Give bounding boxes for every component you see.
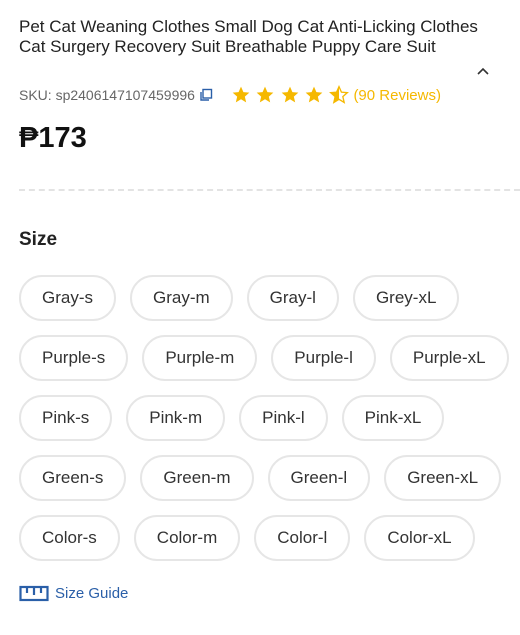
size-guide-link[interactable]: Size Guide bbox=[19, 583, 128, 603]
divider bbox=[19, 189, 520, 191]
size-option-green-s[interactable]: Green-s bbox=[19, 455, 127, 501]
size-option-row: Green-s Green-m Green-l Green-xL bbox=[19, 455, 520, 501]
size-option-pink-l[interactable]: Pink-l bbox=[239, 395, 328, 441]
size-option-green-m[interactable]: Green-m bbox=[140, 455, 254, 501]
rating-stars: (90 Reviews) bbox=[231, 85, 441, 105]
size-option-row: Gray-s Gray-m Gray-l Grey-xL bbox=[19, 275, 520, 321]
size-option-row: Purple-s Purple-m Purple-l Purple-xL bbox=[19, 335, 520, 381]
chevron-up-icon[interactable] bbox=[475, 63, 491, 79]
ruler-icon bbox=[19, 583, 49, 603]
size-option-green-xl[interactable]: Green-xL bbox=[384, 455, 502, 501]
size-option-color-s[interactable]: Color-s bbox=[19, 515, 120, 561]
product-title: Pet Cat Weaning Clothes Small Dog Cat An… bbox=[19, 17, 478, 56]
size-option-gray-m[interactable]: Gray-m bbox=[130, 275, 233, 321]
size-option-pink-xl[interactable]: Pink-xL bbox=[341, 395, 445, 441]
size-option-purple-l[interactable]: Purple-l bbox=[271, 335, 376, 381]
size-option-green-l[interactable]: Green-l bbox=[267, 455, 371, 501]
star-icon bbox=[231, 85, 251, 105]
star-icon bbox=[255, 85, 275, 105]
size-option-color-xl[interactable]: Color-xL bbox=[364, 515, 475, 561]
size-option-row: Color-s Color-m Color-l Color-xL bbox=[19, 515, 520, 561]
size-options: Gray-s Gray-m Gray-l Grey-xL Purple-s Pu… bbox=[19, 275, 520, 575]
size-option-purple-xl[interactable]: Purple-xL bbox=[389, 335, 509, 381]
size-option-row: Pink-s Pink-m Pink-l Pink-xL bbox=[19, 395, 520, 441]
price: ₱173 bbox=[19, 122, 87, 154]
size-option-grey-xl[interactable]: Grey-xL bbox=[352, 275, 460, 321]
size-option-pink-m[interactable]: Pink-m bbox=[126, 395, 226, 441]
size-option-purple-s[interactable]: Purple-s bbox=[19, 335, 129, 381]
star-icon bbox=[304, 85, 324, 105]
size-option-gray-s[interactable]: Gray-s bbox=[19, 275, 116, 321]
reviews-link[interactable]: (90 Reviews) bbox=[353, 87, 441, 104]
star-icon bbox=[280, 85, 300, 105]
size-option-purple-m[interactable]: Purple-m bbox=[142, 335, 258, 381]
size-option-color-m[interactable]: Color-m bbox=[133, 515, 241, 561]
star-half-icon bbox=[328, 85, 349, 105]
size-guide-label: Size Guide bbox=[55, 584, 129, 602]
size-heading: Size bbox=[19, 229, 58, 250]
size-option-pink-s[interactable]: Pink-s bbox=[19, 395, 113, 441]
sku-text: SKU: sp2406147107459996 bbox=[19, 87, 195, 103]
size-option-color-l[interactable]: Color-l bbox=[254, 515, 351, 561]
sku-rating-row: SKU: sp2406147107459996 (90 Reviews) bbox=[19, 84, 441, 106]
size-option-gray-l[interactable]: Gray-l bbox=[246, 275, 339, 321]
copy-icon[interactable] bbox=[199, 88, 213, 102]
